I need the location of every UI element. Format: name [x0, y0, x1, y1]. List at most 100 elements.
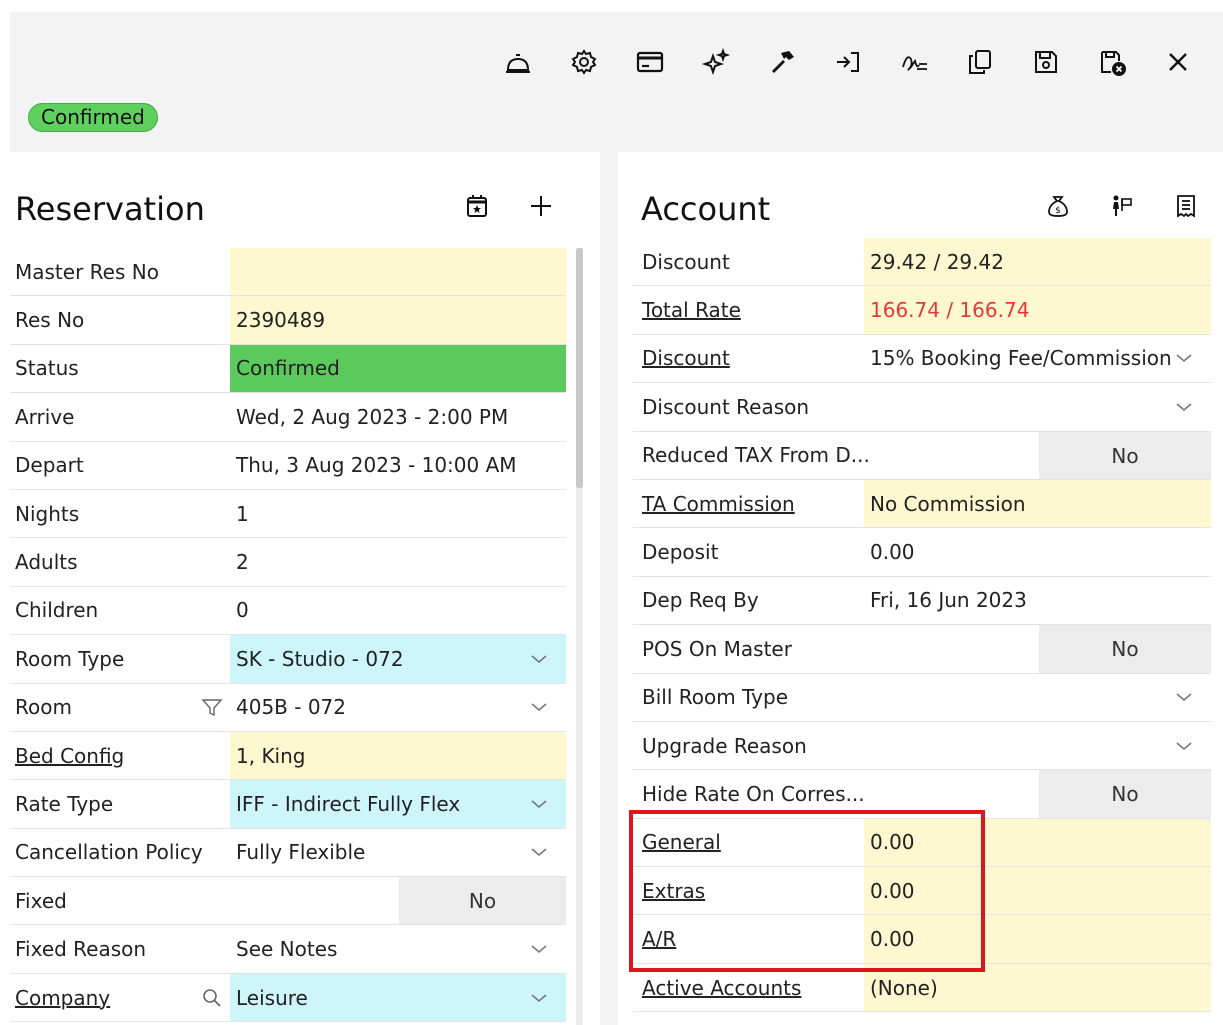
plus-icon[interactable]	[509, 188, 573, 224]
filter-icon[interactable]	[200, 695, 224, 719]
field-discount: Discount 15% Booking Fee/Commission	[633, 335, 1211, 384]
hide-rate-toggle[interactable]: No	[1039, 770, 1211, 818]
receipt-icon[interactable]	[1154, 188, 1218, 224]
chevron-down-icon[interactable]	[530, 941, 548, 957]
chevron-down-icon[interactable]	[1175, 350, 1193, 366]
bed-config-link[interactable]: Bed Config	[15, 744, 124, 768]
field-adults: Adults 2	[10, 538, 566, 587]
total-rate-value[interactable]: 166.74 / 166.74	[864, 286, 1211, 334]
pos-on-master-toggle[interactable]: No	[1039, 625, 1211, 673]
field-depart: Depart Thu, 3 Aug 2023 - 10:00 AM	[10, 442, 566, 490]
close-icon[interactable]	[1145, 42, 1211, 82]
copy-icon[interactable]	[947, 42, 1013, 82]
extras-link[interactable]: Extras	[642, 879, 705, 903]
chevron-down-icon[interactable]	[530, 990, 548, 1006]
res-no-value[interactable]: 2390489	[230, 296, 566, 344]
arrive-value[interactable]: Wed, 2 Aug 2023 - 2:00 PM	[230, 393, 566, 440]
field-label: Arrive	[15, 404, 75, 429]
chevron-down-icon[interactable]	[1175, 399, 1193, 415]
field-rate-type: Rate Type IFF - Indirect Fully Flex	[10, 780, 566, 829]
field-label: Room Type	[15, 646, 125, 671]
signature-icon[interactable]	[881, 42, 947, 82]
field-label: Deposit	[642, 540, 719, 565]
gear-icon[interactable]	[551, 42, 617, 82]
field-children: Children 0	[10, 587, 566, 636]
account-fields: Discount 29.42 / 29.42 Total Rate 166.74…	[633, 238, 1211, 1013]
field-discount-amount: Discount 29.42 / 29.42	[633, 238, 1211, 287]
field-reduced-tax: Reduced TAX From D... No	[633, 431, 1211, 480]
search-icon[interactable]	[200, 986, 224, 1010]
bed-config-value[interactable]: 1, King	[230, 731, 566, 780]
bill-room-type-select[interactable]	[864, 674, 1211, 721]
hammer-icon[interactable]	[749, 42, 815, 82]
save-close-icon[interactable]	[1079, 42, 1145, 82]
money-bag-icon[interactable]: $	[1026, 188, 1090, 224]
rate-type-select[interactable]: IFF - Indirect Fully Flex	[230, 780, 566, 828]
field-label: Depart	[15, 453, 84, 478]
cancellation-policy-select[interactable]: Fully Flexible	[230, 829, 566, 876]
status-select[interactable]: Confirmed	[230, 344, 566, 393]
extras-value[interactable]: 0.00	[864, 867, 1211, 915]
svg-text:$: $	[1055, 206, 1061, 216]
field-label: Bill Room Type	[642, 685, 788, 710]
ta-commission-value[interactable]: No Commission	[864, 479, 1211, 528]
person-sign-icon[interactable]	[1090, 188, 1154, 224]
chevron-down-icon[interactable]	[530, 844, 548, 860]
company-link[interactable]: Company	[15, 986, 110, 1010]
calendar-icon[interactable]	[445, 188, 509, 224]
field-extras: Extras 0.00	[633, 867, 1211, 916]
total-rate-link[interactable]: Total Rate	[642, 298, 741, 322]
sparkle-icon[interactable]	[683, 42, 749, 82]
field-fixed-reason: Fixed Reason See Notes	[10, 925, 566, 974]
discount-amount-value[interactable]: 29.42 / 29.42	[864, 238, 1211, 286]
field-total-rate: Total Rate 166.74 / 166.74	[633, 286, 1211, 335]
field-cancellation-policy: Cancellation Policy Fully Flexible	[10, 829, 566, 878]
panel-divider	[600, 152, 618, 1025]
discount-reason-select[interactable]	[864, 383, 1211, 430]
upgrade-reason-select[interactable]	[864, 722, 1211, 769]
adults-value[interactable]: 2	[230, 538, 566, 585]
chevron-down-icon[interactable]	[1175, 689, 1193, 705]
field-ta-commission: TA Commission No Commission	[633, 479, 1211, 529]
chevron-down-icon[interactable]	[1175, 738, 1193, 754]
active-accounts-value[interactable]: (None)	[864, 963, 1211, 1012]
chevron-down-icon[interactable]	[530, 796, 548, 812]
active-accounts-link[interactable]: Active Accounts	[642, 976, 801, 1000]
chevron-down-icon[interactable]	[530, 651, 548, 667]
field-label: Dep Req By	[642, 588, 759, 613]
field-label: Adults	[15, 550, 78, 575]
discount-link[interactable]: Discount	[642, 346, 730, 370]
room-type-select[interactable]: SK - Studio - 072	[230, 635, 566, 683]
general-link[interactable]: General	[642, 830, 721, 854]
discount-select[interactable]: 15% Booking Fee/Commission	[864, 335, 1211, 382]
ar-value[interactable]: 0.00	[864, 915, 1211, 963]
room-select[interactable]: 405B - 072	[230, 684, 566, 731]
field-label: Hide Rate On Corres...	[642, 781, 865, 806]
chevron-down-icon[interactable]	[530, 699, 548, 715]
field-nights: Nights 1	[10, 490, 566, 539]
ta-commission-link[interactable]: TA Commission	[642, 492, 795, 516]
field-label: Rate Type	[15, 791, 114, 816]
reservation-title: Reservation	[15, 190, 205, 228]
card-icon[interactable]	[617, 42, 683, 82]
field-label: Discount	[642, 249, 730, 274]
children-value[interactable]: 0	[230, 587, 566, 634]
nights-value[interactable]: 1	[230, 490, 566, 537]
fixed-reason-select[interactable]: See Notes	[230, 925, 566, 972]
master-res-no-input[interactable]	[230, 248, 566, 296]
bell-icon[interactable]	[485, 42, 551, 82]
general-value[interactable]: 0.00	[864, 818, 1211, 867]
reduced-tax-toggle[interactable]: No	[1039, 431, 1211, 479]
dep-req-by-value[interactable]: Fri, 16 Jun 2023	[864, 577, 1211, 624]
ar-link[interactable]: A/R	[642, 927, 676, 951]
save-icon[interactable]	[1013, 42, 1079, 82]
deposit-value[interactable]: 0.00	[864, 528, 1211, 575]
reservation-scrollbar[interactable]	[576, 248, 583, 488]
company-select[interactable]: Leisure	[230, 973, 566, 1022]
field-label: Fixed Reason	[15, 937, 147, 962]
depart-value[interactable]: Thu, 3 Aug 2023 - 10:00 AM	[230, 442, 566, 489]
fixed-toggle[interactable]: No	[399, 877, 566, 925]
check-in-icon[interactable]	[815, 42, 881, 82]
field-status: Status Confirmed	[10, 344, 566, 394]
top-bar: Confirmed	[10, 12, 1223, 152]
